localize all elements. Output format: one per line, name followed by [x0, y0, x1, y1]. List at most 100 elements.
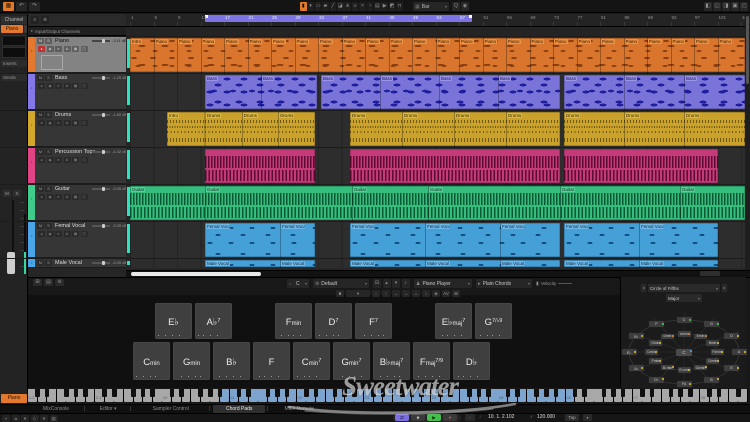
piano-key-black[interactable]: [208, 389, 213, 397]
piano-key-black[interactable]: [179, 389, 184, 397]
speaker-icon[interactable]: ◂: [11, 414, 20, 422]
piano-key-black[interactable]: [246, 389, 251, 397]
assistant-prev-icon[interactable]: ◂: [641, 284, 646, 292]
track-header-femal-vocal[interactable]: ♪ M S Femal Vocal -3.05 dB ● ◉ e ≣ ▦ ◫: [28, 221, 126, 258]
record-enable-icon[interactable]: ●: [38, 157, 45, 163]
color-tool-icon[interactable]: ◩: [388, 2, 396, 11]
piano-key-black[interactable]: [688, 389, 693, 397]
track-header-guitar[interactable]: ♪ M S Guitar -3.05 dB ● ◉ e ≣ ▦ ◫: [28, 184, 126, 221]
piano-key-black[interactable]: [400, 389, 405, 397]
piano-key-black[interactable]: [611, 389, 616, 397]
outer-chord-E[interactable]: E♭: [621, 349, 637, 355]
instrument-icon[interactable]: ≣: [63, 46, 71, 52]
channel-inserts-thumb[interactable]: [2, 35, 26, 46]
piano-key-black[interactable]: [380, 389, 386, 397]
piano-key-black[interactable]: [140, 389, 146, 397]
record-enable-icon[interactable]: ●: [38, 120, 45, 126]
piano-key-black[interactable]: [620, 389, 626, 397]
range-tool-icon[interactable]: ▭: [314, 2, 322, 11]
instrument-icon[interactable]: ≣: [63, 194, 71, 200]
lane-icon[interactable]: ◫: [80, 83, 88, 89]
inner-chord-Cmin[interactable]: C♯min: [706, 358, 720, 364]
piano-key-black[interactable]: [544, 389, 549, 397]
tempo-caret-icon[interactable]: ▾: [583, 414, 592, 421]
piano-key-black[interactable]: [35, 389, 40, 397]
piano-key-black[interactable]: [736, 389, 741, 397]
edit-channel-icon[interactable]: e: [55, 83, 62, 89]
piano-key-black[interactable]: [217, 389, 223, 397]
channel-tab[interactable]: Channel: [1, 16, 27, 24]
erase-tool-icon[interactable]: ◪: [337, 2, 344, 11]
prev-voicing-icon[interactable]: ←: [392, 289, 400, 297]
grid-type-select[interactable]: ▦ Bar ▾: [413, 2, 449, 11]
lane-icon[interactable]: ◫: [80, 46, 88, 52]
keyboard-display-icon[interactable]: ▤: [44, 278, 53, 286]
tab-editor[interactable]: Editor ▾: [88, 405, 128, 413]
outer-chord-F[interactable]: F♯: [676, 381, 692, 387]
chord-pad-Emaj7[interactable]: E♭maj7: [435, 303, 472, 339]
record-enable-icon[interactable]: ●: [38, 46, 45, 52]
record-enable-icon[interactable]: ●: [38, 194, 45, 200]
transport-tempo[interactable]: 120.000: [537, 414, 563, 421]
assistant-mode-select[interactable]: Circle of Fifths ▾: [648, 284, 720, 292]
channel-edit-button[interactable]: [24, 25, 27, 33]
cycle-right-handle[interactable]: [469, 15, 472, 18]
piano-key-black[interactable]: [476, 389, 482, 397]
piano-key-black[interactable]: [640, 389, 645, 397]
freeze-icon[interactable]: ▦: [72, 46, 79, 52]
channel-eq-thumb[interactable]: [2, 47, 26, 58]
piano-key-black[interactable]: [668, 389, 674, 397]
monitor-icon[interactable]: ◉: [46, 231, 54, 237]
chord-assistant-icon[interactable]: ⊞: [452, 289, 460, 297]
inner-chord-Bmin[interactable]: Bmin: [706, 340, 720, 346]
scale-mode-select[interactable]: Major ▾: [666, 294, 702, 302]
chord-pad-Cmin[interactable]: Cmin: [133, 342, 170, 380]
track-volume-knob[interactable]: [102, 76, 105, 80]
solo-button[interactable]: S: [45, 223, 52, 229]
piano-key-black[interactable]: [515, 389, 520, 397]
inner-chord-Cmin[interactable]: Cmin: [644, 349, 658, 355]
track-add-icon[interactable]: ⊕: [41, 16, 49, 24]
sends-section[interactable]: Sends: [1, 74, 27, 81]
zone-setup-icon[interactable]: ▣: [731, 2, 739, 11]
monitor-icon[interactable]: ◉: [46, 120, 54, 126]
track-header-drums[interactable]: ♪ M S Drums -1.60 dB ● ◉ e ≣ ▦ ◫: [28, 110, 126, 147]
piano-key-black[interactable]: [352, 389, 357, 397]
channel-mute-button[interactable]: M: [3, 190, 11, 197]
piano-key-black[interactable]: [371, 389, 376, 397]
cycle-region[interactable]: [205, 15, 472, 22]
pads-display-icon[interactable]: ⊞: [33, 278, 42, 286]
solo-button[interactable]: S: [45, 75, 52, 81]
outer-chord-D[interactable]: D: [724, 333, 740, 339]
solo-button[interactable]: S: [45, 260, 52, 266]
piano-key-black[interactable]: [716, 389, 722, 397]
metronome-toggle-icon[interactable]: ◦: [465, 414, 475, 421]
maximize-icon[interactable]: ◰: [740, 2, 748, 11]
chord-pad-F[interactable]: F: [253, 342, 290, 380]
outer-chord-E[interactable]: E: [724, 365, 740, 371]
chord-pad-F7[interactable]: F7: [355, 303, 392, 339]
track-volume-slider[interactable]: [92, 225, 110, 227]
root-key-select[interactable]: ♩ C ▾: [287, 279, 309, 288]
monitor-caret-icon[interactable]: ▾: [40, 414, 48, 422]
chord-pad-B[interactable]: B♭: [213, 342, 250, 380]
outer-chord-C[interactable]: C: [676, 317, 692, 323]
piano-key-black[interactable]: [582, 389, 587, 397]
lane-icon[interactable]: ◫: [80, 157, 88, 163]
freeze-icon[interactable]: ▦: [72, 120, 79, 126]
inner-chord-Gmin[interactable]: Gmin: [648, 340, 662, 346]
outer-chord-B[interactable]: B: [704, 376, 719, 383]
track-header-male-vocal[interactable]: ♪ M S Male Vocal -3.05 dB: [28, 258, 126, 268]
record-button[interactable]: ●: [443, 414, 457, 421]
center-chord[interactable]: C: [676, 348, 692, 356]
outer-chord-B[interactable]: B♭: [628, 333, 644, 339]
piano-key-black[interactable]: [44, 389, 50, 397]
app-menu-icon[interactable]: ▦: [3, 2, 14, 11]
edit-channel-icon[interactable]: e: [55, 194, 62, 200]
track-volume-slider[interactable]: [92, 77, 110, 79]
piano-key-black[interactable]: [265, 389, 271, 397]
freeze-icon[interactable]: ▦: [72, 157, 79, 163]
object-selection-tool-icon[interactable]: ▮: [300, 2, 307, 11]
speaker-caret-icon[interactable]: ▾: [21, 414, 29, 422]
mute-tool-icon[interactable]: ×: [359, 2, 366, 11]
